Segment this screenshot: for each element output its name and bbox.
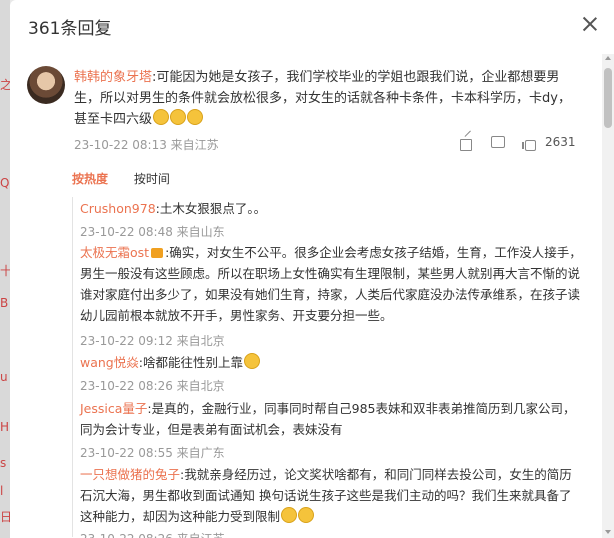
background-char: l bbox=[0, 484, 4, 498]
reply-meta: 23-10-22 08:55 来自广东 bbox=[80, 446, 225, 460]
scroll-thumb[interactable] bbox=[604, 68, 612, 128]
tab-sort-hot[interactable]: 按热度 bbox=[72, 172, 108, 186]
reply-username[interactable]: Crushon978 bbox=[80, 201, 156, 216]
comment-icon[interactable] bbox=[491, 136, 505, 150]
reply-item: 太极无霜ost:确实，对女生不公平。很多企业会考虑女孩子结婚，生育，工作没人接手… bbox=[80, 242, 582, 326]
background-char: Q bbox=[0, 176, 10, 190]
background-char: u bbox=[0, 370, 8, 384]
background-page-strip: 之 Q 十 B u H s l 日 bbox=[0, 0, 12, 538]
crying-emoji-icon bbox=[153, 109, 170, 125]
dialog-title: 361条回复 bbox=[28, 19, 112, 39]
reply-text: :是真的，金融行业，同事同时帮自己985表妹和双非表弟推简历到几家公司，同为会计… bbox=[80, 401, 576, 437]
tab-sort-time[interactable]: 按时间 bbox=[134, 172, 170, 186]
comment-actions: 2631 bbox=[459, 135, 589, 153]
scrollbar[interactable] bbox=[602, 54, 614, 538]
reply-list: Crushon978:土木女狠狠点了。。 23-10-22 08:48 来自山东… bbox=[72, 192, 582, 538]
crying-emoji-icon bbox=[281, 507, 298, 523]
doge-emoji-icon bbox=[243, 353, 260, 369]
avatar[interactable] bbox=[27, 66, 65, 104]
reply-divider bbox=[72, 197, 73, 537]
background-char: s bbox=[0, 456, 7, 470]
share-icon[interactable] bbox=[459, 136, 473, 151]
comment-username[interactable]: 韩韩的象牙塔 bbox=[74, 70, 152, 85]
reply-username[interactable]: 一只想做猪的兔子 bbox=[80, 467, 180, 482]
reply-text: :啥都能往性别上靠 bbox=[138, 355, 243, 370]
reply-username[interactable]: 太极无霜ost bbox=[80, 245, 149, 260]
reply-item: wang悦焱:啥都能往性别上靠 bbox=[80, 352, 582, 373]
crying-emoji-icon bbox=[298, 507, 315, 523]
reply-item: Jessica量子:是真的，金融行业，同事同时帮自己985表妹和双非表弟推简历到… bbox=[80, 398, 582, 440]
reply-meta: 23-10-22 08:48 来自山东 bbox=[80, 225, 225, 239]
reply-meta: 23-10-22 09:12 来自北京 bbox=[80, 334, 225, 348]
sort-tabs: 按热度 按时间 bbox=[72, 170, 170, 187]
reply-username[interactable]: Jessica量子 bbox=[80, 401, 147, 416]
reply-username[interactable]: wang悦焱 bbox=[80, 355, 139, 370]
crying-emoji-icon bbox=[187, 109, 204, 125]
reply-text: :土木女狠狠点了。。 bbox=[155, 201, 267, 216]
replies-dialog: 361条回复 韩韩的象牙塔:可能因为她是女孩子，我们学校毕业的学姐也跟我们说，企… bbox=[10, 0, 614, 538]
reply-item: Crushon978:土木女狠狠点了。。 bbox=[80, 198, 582, 219]
background-char: B bbox=[0, 296, 9, 310]
reply-meta: 23-10-22 08:26 来自江苏 bbox=[80, 530, 225, 538]
scroll-up-icon[interactable] bbox=[605, 56, 611, 60]
scroll-down-icon[interactable] bbox=[605, 530, 611, 534]
comment-meta: 23-10-22 08:13 来自江苏 bbox=[74, 138, 219, 152]
background-char: H bbox=[0, 420, 10, 434]
like-count: 2631 bbox=[545, 135, 576, 149]
main-comment: 韩韩的象牙塔:可能因为她是女孩子，我们学校毕业的学姐也跟我们说，企业都想要男生，… bbox=[74, 67, 579, 130]
crown-badge-icon bbox=[151, 248, 164, 258]
like-icon[interactable] bbox=[522, 136, 536, 151]
close-icon[interactable] bbox=[580, 14, 600, 34]
reply-meta: 23-10-22 08:26 来自北京 bbox=[80, 379, 225, 393]
dialog-header: 361条回复 bbox=[10, 0, 614, 50]
reply-item: 一只想做猪的兔子:我就亲身经历过，论文奖状啥都有，和同门同样去投公司，女生的简历… bbox=[80, 464, 582, 527]
crying-emoji-icon bbox=[170, 109, 187, 125]
